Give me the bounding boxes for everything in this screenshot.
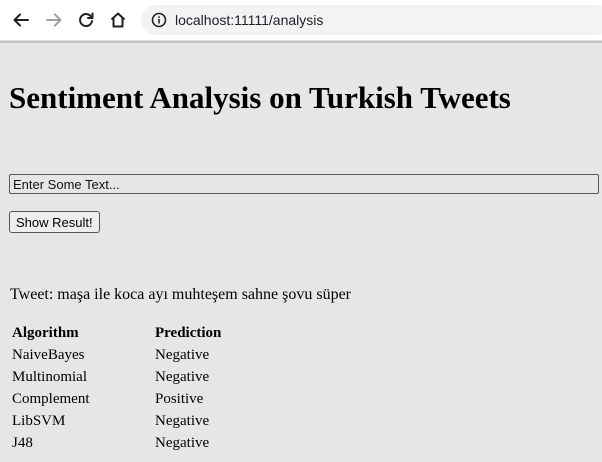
page-content: Sentiment Analysis on Turkish Tweets Sho… [0, 41, 602, 462]
arrow-right-icon [46, 13, 62, 27]
url-text[interactable]: localhost:11111/analysis [175, 12, 323, 28]
column-header-prediction: Prediction [155, 325, 222, 341]
reload-icon [79, 12, 94, 28]
forward-button[interactable] [38, 4, 70, 36]
prediction-cell: Negative [155, 413, 210, 429]
algorithm-cell: Complement [12, 391, 90, 407]
algorithm-cell: NaiveBayes [12, 347, 85, 363]
algorithm-cell: J48 [12, 435, 33, 451]
browser-toolbar: localhost:11111/analysis [0, 0, 602, 41]
info-icon[interactable] [151, 12, 167, 28]
table-row: J48 Negative [10, 432, 257, 454]
results-table: Algorithm Prediction NaiveBayes Negative… [10, 322, 257, 454]
text-input[interactable] [9, 174, 599, 194]
page-title: Sentiment Analysis on Turkish Tweets [9, 80, 511, 115]
table-row: Multinomial Negative [10, 366, 257, 388]
arrow-left-icon [13, 13, 29, 27]
prediction-cell: Negative [155, 435, 210, 451]
show-result-button[interactable]: Show Result! [9, 211, 100, 233]
prediction-cell: Negative [155, 347, 210, 363]
algorithm-cell: LibSVM [12, 413, 66, 429]
prediction-cell: Negative [155, 369, 210, 385]
algorithm-cell: Multinomial [12, 369, 87, 385]
table-header-row: Algorithm Prediction [10, 322, 257, 344]
back-button[interactable] [5, 4, 37, 36]
table-row: LibSVM Negative [10, 410, 257, 432]
tweet-text: Tweet: maşa ile koca ayı muhteşem sahne … [10, 286, 351, 303]
reload-button[interactable] [70, 4, 102, 36]
address-bar[interactable]: localhost:11111/analysis [141, 5, 602, 35]
column-header-algorithm: Algorithm [12, 325, 79, 341]
table-row: NaiveBayes Negative [10, 344, 257, 366]
prediction-cell: Positive [155, 391, 204, 407]
table-row: Complement Positive [10, 388, 257, 410]
home-icon [110, 12, 126, 28]
home-button[interactable] [102, 4, 134, 36]
